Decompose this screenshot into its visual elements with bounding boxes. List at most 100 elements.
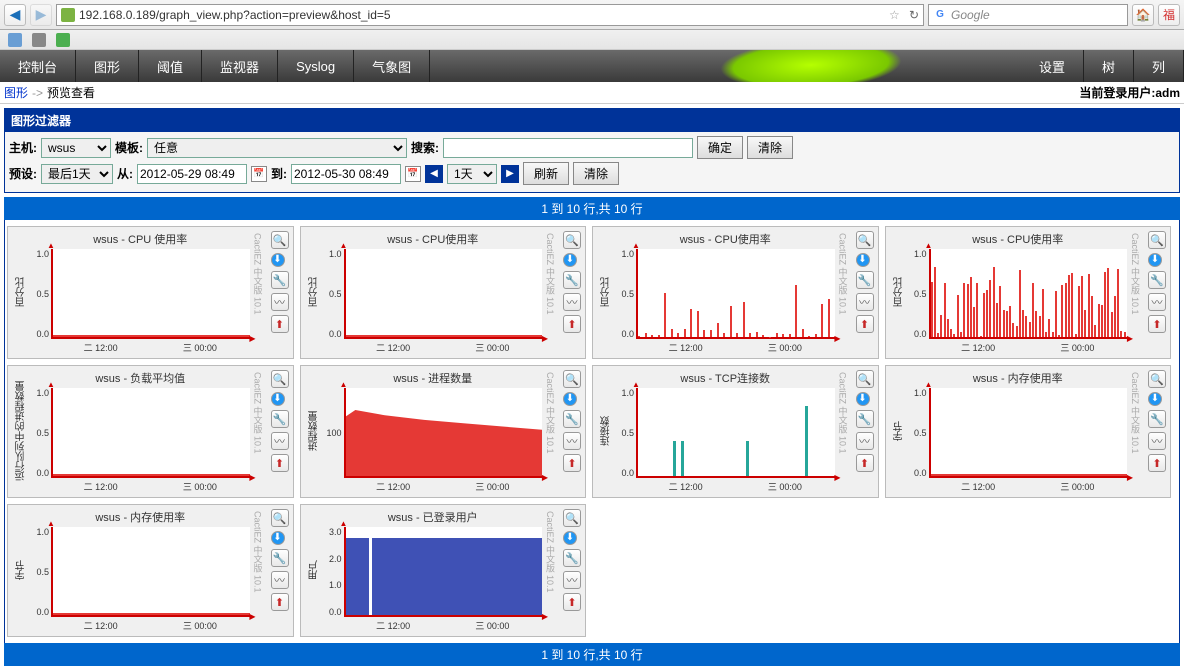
zoom-button[interactable]: 🔍: [271, 231, 289, 249]
csv-button[interactable]: 〰: [271, 432, 289, 450]
bookmark-icon[interactable]: [8, 33, 22, 47]
csv-button[interactable]: 〰: [563, 571, 581, 589]
top-button[interactable]: ⬆: [563, 593, 581, 611]
csv-button[interactable]: 〰: [563, 293, 581, 311]
top-button[interactable]: ⬆: [856, 454, 874, 472]
top-button[interactable]: ⬆: [856, 315, 874, 333]
nav-tab-3[interactable]: 监视器: [202, 50, 278, 82]
info-button[interactable]: ⬇: [856, 392, 870, 406]
nav-right-tab-2[interactable]: 列: [1134, 50, 1184, 82]
zoom-button[interactable]: 🔍: [1148, 370, 1166, 388]
zoom-button[interactable]: 🔍: [1148, 231, 1166, 249]
edit-button[interactable]: 🔧: [1148, 271, 1166, 289]
top-button[interactable]: ⬆: [271, 593, 289, 611]
back-button[interactable]: ◀: [4, 4, 26, 26]
bookmark-star-icon[interactable]: ☆: [889, 8, 905, 22]
nav-tab-2[interactable]: 阈值: [139, 50, 202, 82]
graph-plot[interactable]: [344, 527, 543, 617]
to-input[interactable]: [291, 164, 401, 184]
refresh-button[interactable]: 刷新: [523, 162, 569, 185]
csv-button[interactable]: 〰: [1148, 432, 1166, 450]
nav-tab-1[interactable]: 图形: [76, 50, 139, 82]
calendar-icon[interactable]: 📅: [405, 166, 421, 182]
calendar-icon[interactable]: 📅: [251, 166, 267, 182]
top-button[interactable]: ⬆: [1148, 454, 1166, 472]
breadcrumb-link[interactable]: 图形: [4, 84, 28, 101]
edit-button[interactable]: 🔧: [271, 271, 289, 289]
template-select[interactable]: 任意: [147, 138, 407, 158]
graph-plot[interactable]: [344, 388, 543, 478]
csv-button[interactable]: 〰: [856, 432, 874, 450]
menu-button[interactable]: 福: [1158, 4, 1180, 26]
info-button[interactable]: ⬇: [563, 392, 577, 406]
confirm-button[interactable]: 确定: [697, 136, 743, 159]
info-button[interactable]: ⬇: [563, 253, 577, 267]
zoom-button[interactable]: 🔍: [563, 370, 581, 388]
nav-right-tab-1[interactable]: 树: [1084, 50, 1134, 82]
graph-plot[interactable]: [51, 527, 250, 617]
range-select[interactable]: 1天: [447, 164, 497, 184]
zoom-button[interactable]: 🔍: [856, 370, 874, 388]
info-button[interactable]: ⬇: [563, 531, 577, 545]
bookmark-icon[interactable]: [56, 33, 70, 47]
edit-button[interactable]: 🔧: [271, 549, 289, 567]
home-button[interactable]: 🏠: [1132, 4, 1154, 26]
logo-swoosh: [707, 50, 916, 82]
clear2-button[interactable]: 清除: [573, 162, 619, 185]
host-label: 主机:: [9, 139, 37, 156]
info-button[interactable]: ⬇: [1148, 392, 1162, 406]
shift-left-button[interactable]: ◀: [425, 165, 443, 183]
csv-button[interactable]: 〰: [271, 293, 289, 311]
top-button[interactable]: ⬆: [563, 315, 581, 333]
graph-plot[interactable]: [51, 388, 250, 478]
top-button[interactable]: ⬆: [271, 315, 289, 333]
info-button[interactable]: ⬇: [271, 253, 285, 267]
zoom-button[interactable]: 🔍: [856, 231, 874, 249]
zoom-button[interactable]: 🔍: [563, 231, 581, 249]
graph-plot[interactable]: [929, 388, 1128, 478]
graph-plot[interactable]: [51, 249, 250, 339]
preset-select[interactable]: 最后1天: [41, 164, 113, 184]
graph-plot[interactable]: [929, 249, 1128, 339]
bookmark-icon[interactable]: [32, 33, 46, 47]
from-input[interactable]: [137, 164, 247, 184]
graph-plot[interactable]: [344, 249, 543, 339]
nav-tab-4[interactable]: Syslog: [278, 50, 354, 82]
csv-button[interactable]: 〰: [856, 293, 874, 311]
browser-search[interactable]: G Google: [928, 4, 1128, 26]
csv-button[interactable]: 〰: [1148, 293, 1166, 311]
top-button[interactable]: ⬆: [563, 454, 581, 472]
browser-toolbar: ◀ ▶ 192.168.0.189/graph_view.php?action=…: [0, 0, 1184, 30]
reload-icon[interactable]: ↻: [909, 8, 919, 22]
clear-button[interactable]: 清除: [747, 136, 793, 159]
edit-button[interactable]: 🔧: [856, 271, 874, 289]
top-button[interactable]: ⬆: [271, 454, 289, 472]
shift-right-button[interactable]: ▶: [501, 165, 519, 183]
edit-button[interactable]: 🔧: [856, 410, 874, 428]
edit-button[interactable]: 🔧: [563, 410, 581, 428]
search-input[interactable]: [443, 138, 693, 158]
forward-button[interactable]: ▶: [30, 4, 52, 26]
nav-right-tab-0[interactable]: 设置: [1021, 50, 1084, 82]
info-button[interactable]: ⬇: [271, 392, 285, 406]
top-button[interactable]: ⬆: [1148, 315, 1166, 333]
nav-tab-0[interactable]: 控制台: [0, 50, 76, 82]
csv-button[interactable]: 〰: [563, 432, 581, 450]
graph-plot[interactable]: [636, 388, 835, 478]
edit-button[interactable]: 🔧: [563, 271, 581, 289]
zoom-button[interactable]: 🔍: [271, 509, 289, 527]
edit-button[interactable]: 🔧: [271, 410, 289, 428]
zoom-button[interactable]: 🔍: [271, 370, 289, 388]
edit-button[interactable]: 🔧: [563, 549, 581, 567]
edit-button[interactable]: 🔧: [1148, 410, 1166, 428]
host-select[interactable]: wsus: [41, 138, 111, 158]
info-button[interactable]: ⬇: [856, 253, 870, 267]
zoom-button[interactable]: 🔍: [563, 509, 581, 527]
csv-button[interactable]: 〰: [271, 571, 289, 589]
nav-tab-5[interactable]: 气象图: [354, 50, 430, 82]
url-bar[interactable]: 192.168.0.189/graph_view.php?action=prev…: [56, 4, 924, 26]
bookmark-bar: [0, 30, 1184, 50]
graph-plot[interactable]: [636, 249, 835, 339]
info-button[interactable]: ⬇: [271, 531, 285, 545]
info-button[interactable]: ⬇: [1148, 253, 1162, 267]
